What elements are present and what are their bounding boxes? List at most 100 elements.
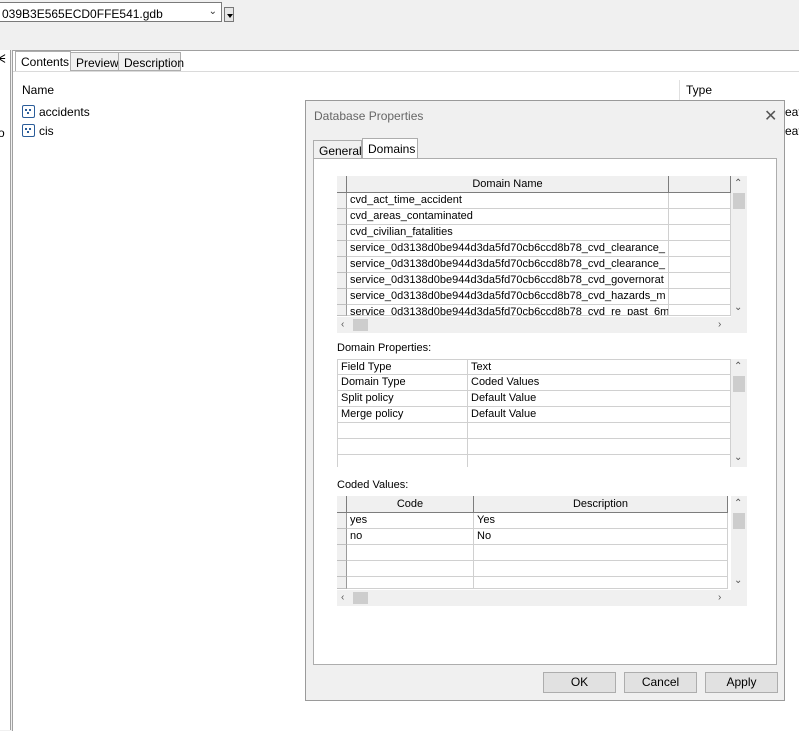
scroll-down-icon[interactable]: ⌄: [734, 576, 742, 586]
list-item[interactable]: cis: [22, 123, 102, 139]
scroll-thumb[interactable]: [353, 319, 368, 331]
column-header-type[interactable]: Type: [686, 83, 712, 97]
row-selector[interactable]: [337, 545, 347, 561]
property-value[interactable]: Text: [468, 359, 731, 375]
list-item[interactable]: accidents: [22, 104, 102, 120]
row-selector[interactable]: [337, 513, 347, 529]
row-selector[interactable]: [337, 289, 347, 305]
left-partial-glyph-1: ᗕ: [0, 52, 6, 66]
table-row[interactable]: service_0d3138d0be944d3da5fd70cb6ccd8b78…: [347, 305, 669, 316]
code-cell[interactable]: [347, 545, 474, 561]
location-combobox[interactable]: 039B3E565ECD0FFE541.gdb ⌄: [0, 2, 222, 22]
row-selector[interactable]: [337, 273, 347, 289]
domain-properties-grid[interactable]: Field Type Text Domain Type Coded Values…: [337, 359, 752, 467]
description-cell[interactable]: No: [474, 529, 728, 545]
code-cell[interactable]: no: [347, 529, 474, 545]
table-cell: [669, 241, 731, 257]
property-key: [337, 439, 468, 455]
tab-description[interactable]: Description: [118, 52, 184, 71]
scroll-right-icon[interactable]: ›: [718, 320, 721, 330]
table-row[interactable]: cvd_act_time_accident: [347, 193, 669, 209]
property-key: Field Type: [337, 359, 468, 375]
domain-properties-label: Domain Properties:: [337, 342, 432, 354]
item-name: cis: [39, 124, 54, 138]
property-value[interactable]: Default Value: [468, 391, 731, 407]
tab-contents[interactable]: Contents: [15, 51, 71, 72]
scroll-down-icon[interactable]: ⌄: [734, 453, 742, 463]
apply-button[interactable]: Apply: [705, 672, 778, 693]
column-header-domain-name[interactable]: Domain Name: [347, 176, 669, 193]
scroll-thumb[interactable]: [353, 592, 368, 604]
coded-values-label: Coded Values:: [337, 479, 409, 491]
table-cell: [669, 209, 731, 225]
property-value[interactable]: [468, 455, 731, 467]
property-key: Merge policy: [337, 407, 468, 423]
dialog-title: Database Properties: [314, 109, 424, 123]
location-dropdown-button[interactable]: [224, 7, 234, 22]
scroll-thumb[interactable]: [733, 193, 745, 209]
table-row[interactable]: cvd_civilian_fatalities: [347, 225, 669, 241]
description-cell[interactable]: [474, 561, 728, 577]
scroll-up-icon[interactable]: ⌃: [734, 499, 742, 509]
grid-corner: [337, 176, 347, 193]
row-selector[interactable]: [337, 529, 347, 545]
row-selector[interactable]: [337, 257, 347, 273]
row-selector[interactable]: [337, 561, 347, 577]
table-cell: [669, 273, 731, 289]
table-row[interactable]: service_0d3138d0be944d3da5fd70cb6ccd8b78…: [347, 273, 669, 289]
code-cell[interactable]: yes: [347, 513, 474, 529]
table-row[interactable]: cvd_areas_contaminated: [347, 209, 669, 225]
chevron-down-icon[interactable]: ⌄: [209, 6, 217, 17]
left-pane-edge: ᗕ o: [0, 50, 11, 730]
property-value[interactable]: Default Value: [468, 407, 731, 423]
row-selector[interactable]: [337, 305, 347, 316]
vertical-scrollbar[interactable]: ⌃ ⌄: [731, 359, 747, 467]
tab-domains[interactable]: Domains: [362, 138, 418, 160]
row-selector[interactable]: [337, 225, 347, 241]
close-icon[interactable]: ✕: [764, 106, 777, 126]
horizontal-scrollbar[interactable]: ‹ ›: [337, 590, 747, 606]
scroll-right-icon[interactable]: ›: [718, 593, 721, 603]
row-selector[interactable]: [337, 193, 347, 209]
code-cell[interactable]: [347, 561, 474, 577]
coded-values-grid[interactable]: Code Description yes Yes no No ⌃ ⌄ ‹ ›: [337, 496, 752, 606]
vertical-scrollbar[interactable]: ⌃ ⌄: [731, 496, 747, 590]
domain-name-grid[interactable]: Domain Name cvd_act_time_accident cvd_ar…: [337, 176, 752, 333]
property-key: Split policy: [337, 391, 468, 407]
table-row[interactable]: service_0d3138d0be944d3da5fd70cb6ccd8b78…: [347, 257, 669, 273]
table-cell: [669, 257, 731, 273]
tab-preview[interactable]: Preview: [70, 52, 119, 71]
scroll-up-icon[interactable]: ⌃: [734, 362, 742, 372]
row-selector[interactable]: [337, 577, 347, 589]
code-cell[interactable]: [347, 577, 474, 589]
property-value[interactable]: [468, 439, 731, 455]
column-header-name[interactable]: Name: [22, 83, 54, 97]
database-properties-dialog: Database Properties ✕ General Domains Do…: [305, 100, 785, 701]
table-row[interactable]: service_0d3138d0be944d3da5fd70cb6ccd8b78…: [347, 289, 669, 305]
property-key: Domain Type: [337, 375, 468, 391]
description-cell[interactable]: Yes: [474, 513, 728, 529]
row-selector[interactable]: [337, 241, 347, 257]
column-divider: [679, 80, 680, 100]
scroll-up-icon[interactable]: ⌃: [734, 179, 742, 189]
property-value[interactable]: [468, 423, 731, 439]
ok-button[interactable]: OK: [543, 672, 616, 693]
scroll-left-icon[interactable]: ‹: [341, 320, 344, 330]
property-value[interactable]: Coded Values: [468, 375, 731, 391]
column-header-description[interactable]: Description: [474, 496, 728, 513]
scroll-down-icon[interactable]: ⌄: [734, 303, 742, 313]
vertical-scrollbar[interactable]: ⌃ ⌄: [731, 176, 747, 317]
scroll-thumb[interactable]: [733, 513, 745, 529]
feature-class-icon: [22, 124, 35, 137]
tab-general[interactable]: General: [313, 140, 362, 160]
column-header-code[interactable]: Code: [347, 496, 474, 513]
left-partial-glyph-2: o: [0, 126, 5, 140]
horizontal-scrollbar[interactable]: ‹ ›: [337, 317, 747, 333]
cancel-button[interactable]: Cancel: [624, 672, 697, 693]
table-row[interactable]: service_0d3138d0be944d3da5fd70cb6ccd8b78…: [347, 241, 669, 257]
row-selector[interactable]: [337, 209, 347, 225]
scroll-thumb[interactable]: [733, 376, 745, 392]
description-cell[interactable]: [474, 577, 728, 589]
description-cell[interactable]: [474, 545, 728, 561]
scroll-left-icon[interactable]: ‹: [341, 593, 344, 603]
